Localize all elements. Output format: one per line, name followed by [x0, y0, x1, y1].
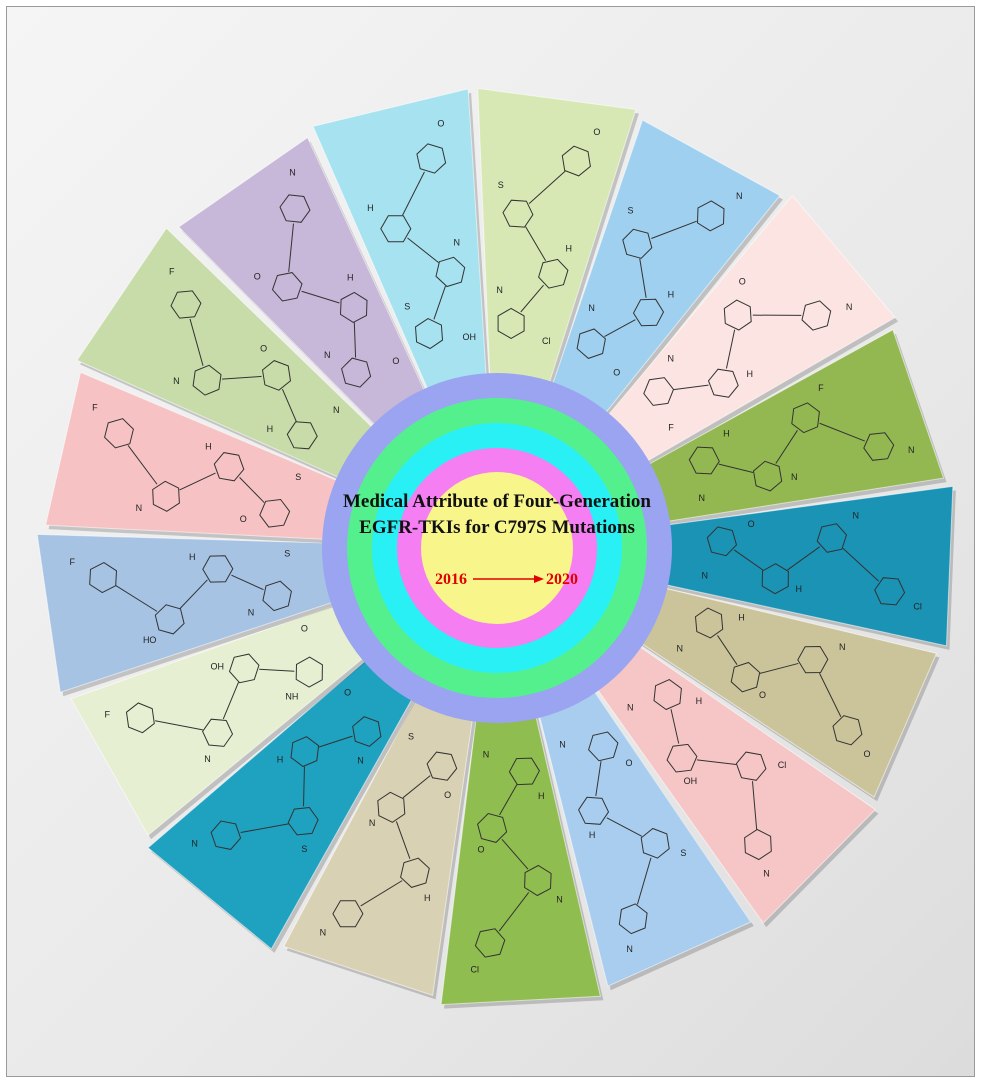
atom-label: HO	[143, 635, 157, 645]
atom-label: H	[424, 893, 431, 903]
atom-label: N	[483, 750, 490, 760]
atom-label: N	[677, 643, 684, 653]
atom-label: S	[498, 180, 504, 190]
atom-label: N	[839, 642, 846, 652]
rings-layer	[322, 373, 672, 723]
atom-label: N	[333, 405, 340, 415]
atom-label: S	[295, 472, 301, 482]
atom-label: H	[367, 203, 374, 213]
atom-label: S	[301, 844, 307, 854]
center-title-line1: Medical Attribute of Four-Generation	[343, 491, 651, 512]
atom-label: N	[453, 238, 460, 248]
atom-label: N	[324, 350, 331, 360]
atom-label: OH	[684, 776, 698, 786]
atom-label: H	[347, 273, 354, 283]
atom-label: N	[698, 493, 705, 503]
atom-label: N	[736, 191, 743, 201]
atom-label: N	[136, 503, 143, 513]
atom-label: N	[204, 754, 211, 764]
atom-label: S	[627, 206, 633, 216]
atom-label: N	[320, 928, 327, 938]
atom-label: F	[668, 422, 674, 432]
atom-label: O	[254, 272, 261, 282]
atom-label: O	[444, 790, 451, 800]
atom-label: O	[739, 277, 746, 287]
atom-label: NH	[285, 692, 298, 702]
atom-label: H	[738, 612, 745, 622]
atom-label: N	[496, 285, 503, 295]
atom-label: H	[668, 289, 675, 299]
atom-label: S	[404, 301, 410, 311]
atom-label: O	[437, 119, 444, 129]
atom-label: N	[191, 839, 198, 849]
atom-label: N	[702, 570, 709, 580]
center-title-line2: EGFR-TKIs for C797S Mutations	[359, 517, 635, 538]
atom-label: N	[173, 376, 180, 386]
atom-label: O	[625, 758, 632, 768]
atom-label: Cl	[913, 601, 922, 611]
atom-label: O	[863, 749, 870, 759]
atom-label: O	[748, 519, 755, 529]
year-end: 2020	[546, 571, 578, 588]
atom-label: H	[267, 424, 274, 434]
atom-label: N	[791, 472, 798, 482]
atom-label: N	[588, 303, 595, 313]
atom-label: N	[846, 302, 853, 312]
atom-label: N	[627, 702, 634, 712]
atom-label: N	[357, 755, 364, 765]
atom-label: S	[408, 732, 414, 742]
atom-label: N	[626, 944, 633, 954]
wheel-diagram: ClNHSOONHSNFNHONNHNFNNOHNClNHONONHOHClNN…	[36, 87, 956, 1009]
atom-label: N	[289, 167, 296, 177]
atom-label: O	[759, 690, 766, 700]
atom-label: H	[796, 584, 803, 594]
atom-label: F	[169, 267, 175, 277]
atom-label: N	[908, 445, 915, 455]
atom-label: H	[723, 429, 730, 439]
atom-label: H	[205, 441, 212, 451]
atom-label: N	[559, 740, 566, 750]
atom-label: F	[92, 403, 98, 413]
atom-label: H	[538, 791, 545, 801]
atom-label: F	[818, 383, 824, 393]
atom-label: O	[477, 845, 484, 855]
atom-label: N	[853, 511, 860, 521]
atom-label: N	[667, 353, 674, 363]
atom-label: O	[240, 514, 247, 524]
atom-label: H	[746, 369, 753, 379]
atom-label: O	[593, 127, 600, 137]
atom-label: H	[589, 830, 596, 840]
atom-label: O	[344, 688, 351, 698]
atom-label: F	[104, 709, 110, 719]
atom-label: N	[248, 607, 255, 617]
atom-label: OH	[210, 662, 224, 672]
atom-label: H	[189, 552, 196, 562]
atom-label: O	[613, 368, 620, 378]
atom-label: OH	[463, 332, 477, 342]
atom-label: O	[260, 344, 267, 354]
atom-label: S	[680, 848, 686, 858]
atom-label: O	[301, 624, 308, 634]
atom-label: Cl	[778, 760, 787, 770]
atom-label: N	[369, 818, 376, 828]
atom-label: H	[565, 244, 572, 254]
atom-label: O	[392, 356, 399, 366]
atom-label: Cl	[471, 964, 480, 974]
year-start: 2016	[435, 571, 467, 588]
atom-label: N	[556, 895, 563, 905]
atom-label: H	[277, 754, 284, 764]
atom-label: F	[70, 557, 76, 567]
atom-label: Cl	[542, 336, 551, 346]
atom-label: H	[696, 696, 703, 706]
atom-label: S	[284, 548, 290, 558]
atom-label: N	[763, 869, 770, 879]
